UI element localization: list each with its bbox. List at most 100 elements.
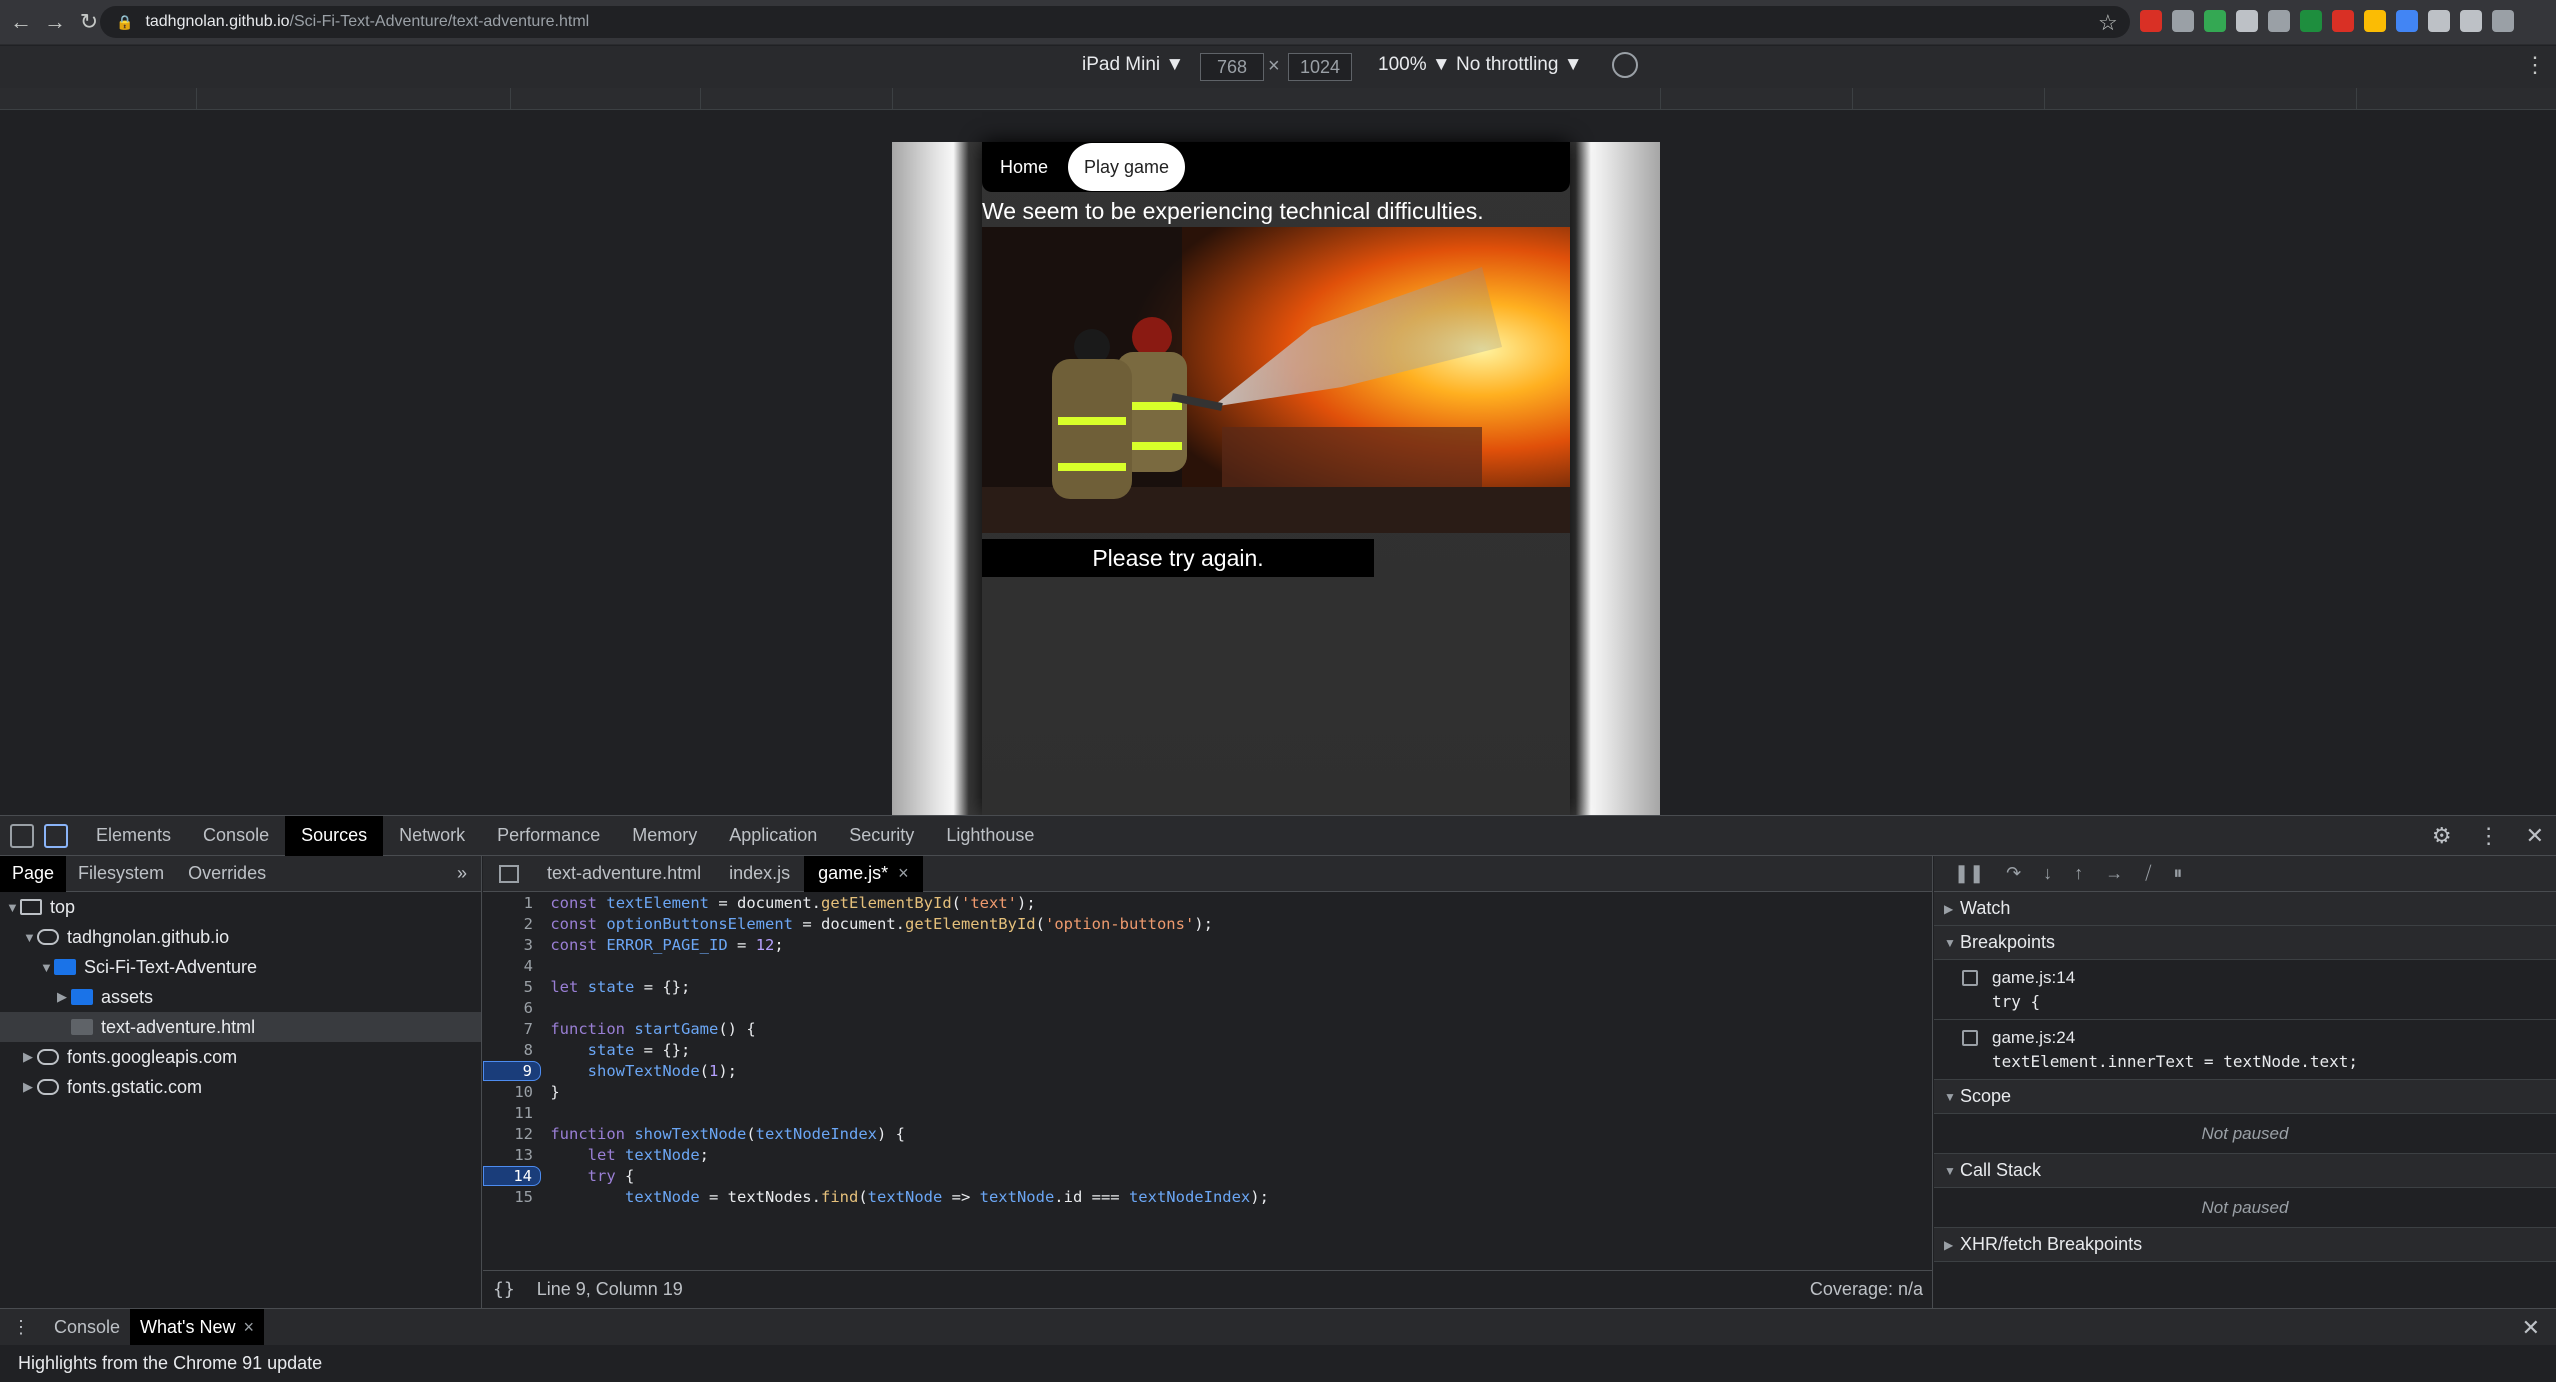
throttling-select[interactable]: No throttling ▼: [1456, 54, 1583, 76]
navigator-tab-3[interactable]: »: [445, 856, 481, 892]
step-out-icon[interactable]: ↑: [2074, 863, 2083, 884]
xhr-breakpoints-section-header[interactable]: ▶ XHR/fetch Breakpoints: [1934, 1228, 2556, 1262]
inspect-element-icon[interactable]: [10, 823, 34, 848]
toggle-navigator-icon[interactable]: [499, 864, 519, 883]
pause-icon[interactable]: ❚❚: [1954, 863, 1984, 884]
tab-elements[interactable]: Elements: [80, 816, 187, 856]
deactivate-breakpoints-icon[interactable]: ⧸: [2145, 863, 2151, 884]
extension-icon[interactable]: [2236, 10, 2258, 32]
extension-icon[interactable]: [2364, 10, 2386, 32]
extension-icon[interactable]: [2492, 10, 2514, 32]
line-number[interactable]: 2: [483, 915, 541, 933]
extension-icon[interactable]: [2172, 10, 2194, 32]
breakpoint-marker[interactable]: 14: [483, 1165, 541, 1186]
code-line[interactable]: 3 const ERROR_PAGE_ID = 12;: [483, 934, 1913, 955]
tree-item[interactable]: text-adventure.html: [0, 1012, 481, 1042]
extension-icon[interactable]: [2300, 10, 2322, 32]
tree-item[interactable]: ▶ assets: [0, 982, 481, 1012]
line-number[interactable]: 12: [483, 1125, 541, 1143]
call-stack-section-header[interactable]: ▼ Call Stack: [1934, 1154, 2556, 1188]
nav-home-link[interactable]: Home: [990, 157, 1058, 178]
drawer-menu-icon[interactable]: ⋮: [0, 1317, 44, 1338]
line-number[interactable]: 10: [483, 1083, 541, 1101]
close-drawer-icon[interactable]: ✕: [2522, 1315, 2540, 1341]
media-query-ruler[interactable]: [0, 88, 2556, 110]
tree-arrow-icon[interactable]: ▼: [23, 930, 37, 945]
breakpoint-item[interactable]: game.js:14 try {: [1934, 960, 2556, 1020]
code-area[interactable]: 1 const textElement = document.getElemen…: [483, 892, 1913, 1212]
tree-arrow-icon[interactable]: ▶: [23, 1049, 37, 1065]
tab-security[interactable]: Security: [833, 816, 930, 856]
file-tab[interactable]: index.js: [715, 856, 804, 892]
bookmark-star-icon[interactable]: ☆: [2098, 10, 2118, 36]
close-tab-icon[interactable]: ×: [244, 1317, 255, 1338]
extension-icon[interactable]: [2332, 10, 2354, 32]
file-tab[interactable]: text-adventure.html: [533, 856, 715, 892]
tree-item[interactable]: ▶ fonts.googleapis.com: [0, 1042, 481, 1072]
address-bar[interactable]: 🔒 tadhgnolan.github.io /Sci-Fi-Text-Adve…: [100, 6, 2130, 38]
step-icon[interactable]: →: [2105, 863, 2123, 884]
tab-performance[interactable]: Performance: [481, 816, 616, 856]
customize-menu-icon[interactable]: ⋮: [2478, 823, 2500, 849]
drawer-tab[interactable]: Console: [44, 1309, 130, 1345]
extension-icon[interactable]: [2268, 10, 2290, 32]
line-number[interactable]: 7: [483, 1020, 541, 1038]
tab-console[interactable]: Console: [187, 816, 285, 856]
rotate-icon[interactable]: [1612, 52, 1638, 78]
tree-item[interactable]: ▼ tadhgnolan.github.io: [0, 922, 481, 952]
pretty-print-button[interactable]: {}: [493, 1279, 515, 1300]
tab-memory[interactable]: Memory: [616, 816, 713, 856]
extension-icon[interactable]: [2428, 10, 2450, 32]
code-line[interactable]: 15 textNode = textNodes.find(textNode =>…: [483, 1186, 1913, 1207]
tab-lighthouse[interactable]: Lighthouse: [930, 816, 1050, 856]
device-select[interactable]: iPad Mini ▼: [1082, 54, 1184, 76]
device-height-input[interactable]: 1024: [1288, 53, 1352, 81]
code-line[interactable]: 14 try {: [483, 1165, 1913, 1186]
line-number[interactable]: 11: [483, 1104, 541, 1122]
device-width-input[interactable]: 768: [1200, 53, 1264, 81]
tree-item[interactable]: ▶ fonts.gstatic.com: [0, 1072, 481, 1102]
pause-on-exceptions-icon[interactable]: ⏸: [2173, 863, 2182, 884]
tree-item[interactable]: ▼ Sci-Fi-Text-Adventure: [0, 952, 481, 982]
step-into-icon[interactable]: ↓: [2043, 863, 2052, 884]
retry-option-button[interactable]: Please try again.: [982, 539, 1374, 577]
extension-icon[interactable]: [2396, 10, 2418, 32]
line-number[interactable]: 4: [483, 957, 541, 975]
tree-arrow-icon[interactable]: ▶: [23, 1079, 37, 1095]
tab-network[interactable]: Network: [383, 816, 481, 856]
breakpoint-checkbox[interactable]: [1962, 1030, 1978, 1046]
navigator-tab-1[interactable]: Filesystem: [66, 856, 176, 892]
forward-icon[interactable]: →: [42, 9, 68, 35]
code-line[interactable]: 13 let textNode;: [483, 1144, 1913, 1165]
code-line[interactable]: 7 function startGame() {: [483, 1018, 1913, 1039]
code-line[interactable]: 4: [483, 955, 1913, 976]
breakpoint-marker[interactable]: 9: [483, 1060, 541, 1081]
file-tab[interactable]: game.js* ×: [804, 855, 923, 892]
breakpoints-section-header[interactable]: ▼ Breakpoints: [1934, 926, 2556, 960]
code-line[interactable]: 1 const textElement = document.getElemen…: [483, 892, 1913, 913]
code-line[interactable]: 10 }: [483, 1081, 1913, 1102]
watch-section-header[interactable]: ▶ Watch: [1934, 892, 2556, 926]
code-line[interactable]: 9 showTextNode(1);: [483, 1060, 1913, 1081]
extension-icon[interactable]: [2204, 10, 2226, 32]
tree-arrow-icon[interactable]: ▶: [57, 989, 71, 1005]
drawer-tab[interactable]: What's New ×: [130, 1309, 265, 1345]
more-options-icon[interactable]: ⋮: [2524, 52, 2546, 78]
line-number[interactable]: 15: [483, 1188, 541, 1206]
tab-application[interactable]: Application: [713, 816, 833, 856]
code-line[interactable]: 12 function showTextNode(textNodeIndex) …: [483, 1123, 1913, 1144]
line-number[interactable]: 5: [483, 978, 541, 996]
scope-section-header[interactable]: ▼ Scope: [1934, 1080, 2556, 1114]
breakpoint-checkbox[interactable]: [1962, 970, 1978, 986]
navigator-tab-2[interactable]: Overrides: [176, 856, 278, 892]
zoom-select[interactable]: 100% ▼: [1378, 54, 1451, 76]
code-line[interactable]: 2 const optionButtonsElement = document.…: [483, 913, 1913, 934]
code-line[interactable]: 11: [483, 1102, 1913, 1123]
step-over-icon[interactable]: ↷: [2006, 863, 2021, 884]
nav-play-game-link[interactable]: Play game: [1068, 143, 1186, 191]
extension-icon[interactable]: [2460, 10, 2482, 32]
line-number[interactable]: 3: [483, 936, 541, 954]
reload-icon[interactable]: ↻: [76, 9, 102, 35]
close-tab-icon[interactable]: ×: [898, 863, 909, 884]
code-line[interactable]: 6: [483, 997, 1913, 1018]
